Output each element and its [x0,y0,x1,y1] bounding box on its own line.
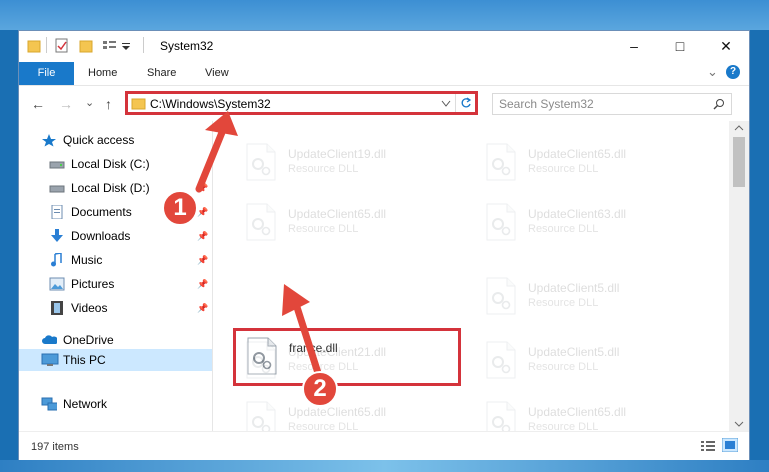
arrow-to-france-dll [292,300,322,377]
annotation-arrows [195,111,322,377]
arrow-to-address-bar [195,121,229,193]
arrowhead-icon [205,111,238,136]
callout-2: 2 [302,371,338,407]
callout-1: 1 [162,190,198,226]
